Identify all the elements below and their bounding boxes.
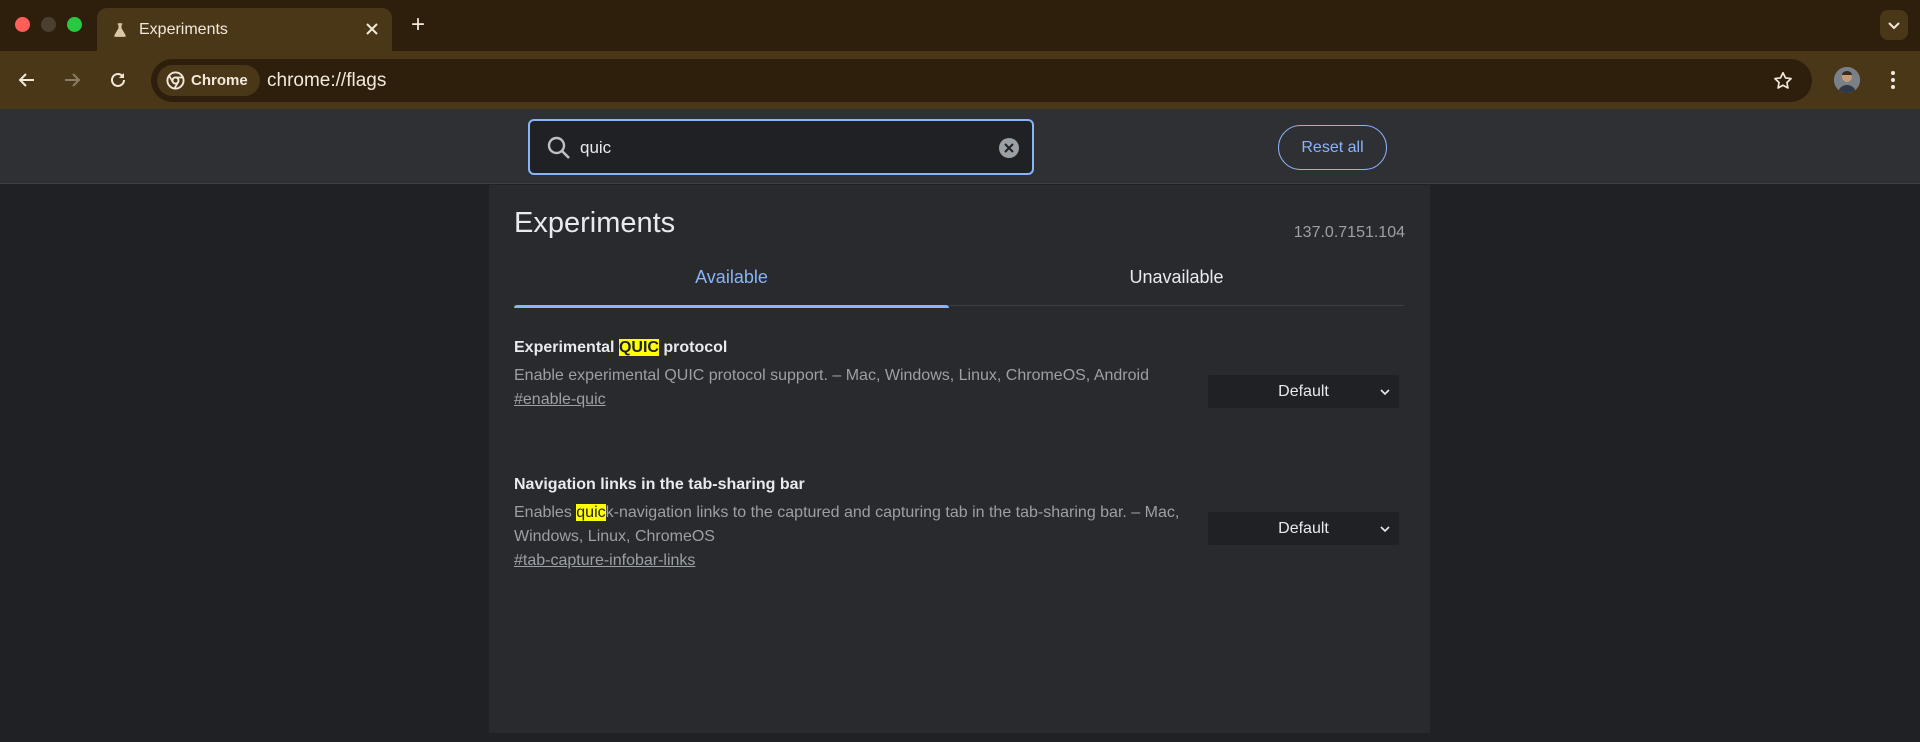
flag-name: Experimental QUIC protocol (514, 338, 1404, 358)
flag-state-value: Default (1278, 519, 1329, 537)
toolbar: Chrome chrome://flags (0, 51, 1920, 109)
tab-search-button[interactable] (1880, 10, 1908, 40)
reload-icon (111, 72, 125, 87)
chevron-down-icon (1888, 22, 1900, 30)
flag-item: Navigation links in the tab-sharing bar … (514, 475, 1404, 570)
flag-permalink[interactable]: #tab-capture-infobar-links (514, 552, 695, 570)
flags-content: Experiments 137.0.7151.104 Available Una… (489, 185, 1430, 733)
url-text[interactable]: chrome://flags (267, 70, 386, 92)
flag-item: Experimental QUIC protocol Enable experi… (514, 338, 1404, 409)
minimize-window-button[interactable] (41, 17, 56, 32)
flag-description-text: Enable experimental QUIC protocol suppor… (514, 367, 1149, 384)
new-tab-button[interactable]: + (404, 11, 432, 39)
close-icon[interactable] (360, 17, 384, 41)
search-input[interactable] (580, 133, 980, 163)
tab-unavailable[interactable]: Unavailable (959, 267, 1394, 306)
site-info-chip[interactable]: Chrome (157, 65, 260, 96)
tab-strip: Experiments + (0, 0, 1920, 51)
flag-name-text: Experimental (514, 339, 619, 356)
flags-header: Reset all (0, 109, 1920, 184)
flag-permalink[interactable]: #enable-quic (514, 391, 606, 409)
browser-tab[interactable]: Experiments (97, 8, 392, 51)
search-box[interactable] (528, 119, 1034, 175)
plus-icon: + (410, 11, 425, 38)
flag-description-text: Enables (514, 504, 577, 521)
flag-description: Enables quick-navigation links to the ca… (514, 501, 1194, 549)
avatar[interactable] (1834, 67, 1860, 93)
flag-state-select[interactable]: Default (1208, 375, 1399, 408)
search-highlight: QUIC (618, 339, 659, 356)
experiments-tabs: Available Unavailable (514, 267, 1404, 308)
chrome-logo-icon (166, 71, 185, 90)
maximize-window-button[interactable] (67, 17, 82, 32)
forward-button[interactable] (57, 65, 87, 95)
back-button[interactable] (12, 65, 42, 95)
tab-selected-indicator (514, 305, 949, 308)
version-label: 137.0.7151.104 (1293, 224, 1405, 241)
forward-arrow-icon (65, 73, 81, 87)
chip-label: Chrome (191, 72, 248, 89)
search-icon (547, 136, 570, 159)
close-window-button[interactable] (15, 17, 30, 32)
tab-available-label: Available (695, 267, 768, 287)
back-arrow-icon (18, 73, 34, 87)
flag-state-value: Default (1278, 382, 1329, 400)
address-bar[interactable]: Chrome chrome://flags (151, 59, 1812, 102)
flag-description-text: k-navigation links to the captured and c… (514, 504, 1180, 545)
flag-state-select[interactable]: Default (1208, 512, 1399, 545)
tab-title: Experiments (139, 21, 228, 38)
clear-icon[interactable] (998, 137, 1020, 159)
reload-button[interactable] (103, 65, 133, 95)
reset-all-button[interactable]: Reset all (1278, 125, 1387, 170)
tab-unavailable-label: Unavailable (1129, 267, 1224, 287)
star-icon[interactable] (1772, 70, 1794, 92)
flask-icon (114, 23, 126, 37)
flag-name-text: Navigation links in the tab-sharing bar (514, 476, 805, 493)
chevron-down-icon (1380, 526, 1390, 533)
flag-name-text: protocol (658, 339, 728, 356)
more-vert-icon[interactable] (1879, 65, 1907, 95)
page-title: Experiments (514, 207, 676, 239)
flag-description: Enable experimental QUIC protocol suppor… (514, 364, 1194, 388)
tab-available[interactable]: Available (514, 267, 949, 308)
chevron-down-icon (1380, 389, 1390, 396)
search-highlight: quic (576, 504, 606, 521)
flag-name: Navigation links in the tab-sharing bar (514, 475, 1404, 495)
